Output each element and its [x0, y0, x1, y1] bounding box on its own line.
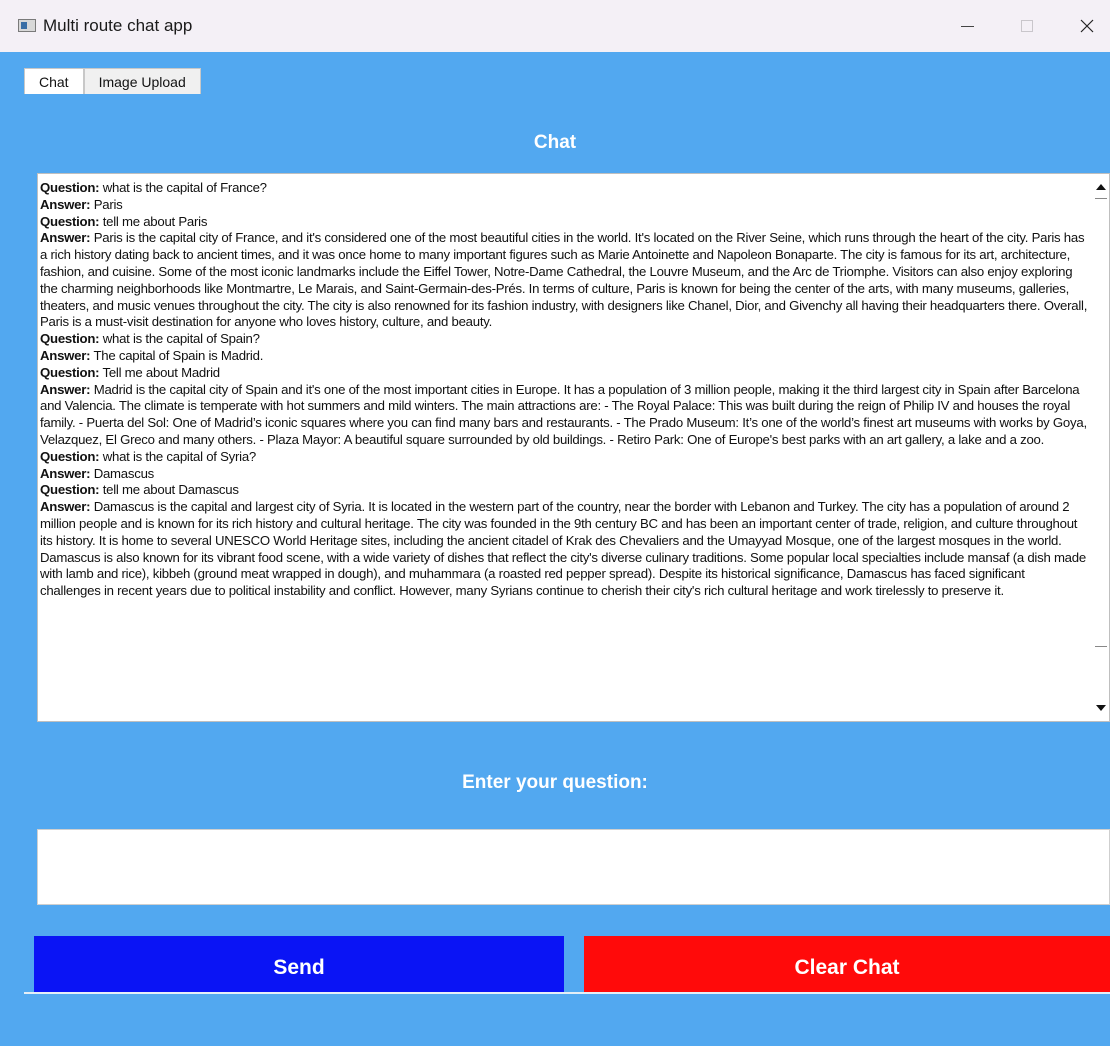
send-button[interactable]: Send [34, 936, 564, 992]
chat-heading: Chat [533, 132, 577, 153]
answer-label: Answer: [40, 465, 91, 481]
question-label: Question: [40, 331, 100, 347]
chat-answer: Answer: Paris [40, 197, 1088, 214]
answer-label: Answer: [40, 499, 91, 515]
question-label: Question: [40, 213, 100, 229]
close-button[interactable] [1064, 10, 1110, 42]
chat-question: Question: what is the capital of France? [40, 180, 1088, 197]
answer-text: Madrid is the capital city of Spain and … [40, 381, 1087, 447]
tab-chat[interactable]: Chat [24, 68, 84, 94]
clear-chat-button[interactable]: Clear Chat [584, 936, 1110, 992]
question-label: Question: [40, 364, 100, 380]
chat-question: Question: Tell me about Madrid [40, 365, 1088, 382]
chat-answer: Answer: The capital of Spain is Madrid. [40, 348, 1088, 365]
chat-answer: Answer: Madrid is the capital city of Sp… [40, 382, 1088, 449]
chat-answer: Answer: Paris is the capital city of Fra… [40, 230, 1088, 331]
title-bar[interactable]: Multi route chat app [0, 0, 1110, 52]
question-label: Question: [40, 180, 100, 195]
main-panel: Chat Image Upload Chat Question: what is… [0, 52, 1110, 1046]
question-text: tell me about Damascus [102, 482, 239, 498]
close-icon [1080, 19, 1094, 33]
app-window: Multi route chat app Chat Image Upload C… [0, 0, 1110, 1046]
scroll-down-icon[interactable] [1096, 705, 1106, 711]
chat-question: Question: tell me about Damascus [40, 482, 1088, 499]
chat-answer: Answer: Damascus [40, 466, 1088, 483]
answer-text: Paris [93, 196, 123, 212]
answer-text: The capital of Spain is Madrid. [93, 347, 264, 363]
divider [24, 992, 1110, 994]
question-text: what is the capital of Spain? [102, 331, 260, 347]
chat-scrollbar[interactable] [1093, 174, 1109, 721]
answer-label: Answer: [40, 196, 91, 212]
chat-question: Question: tell me about Paris [40, 214, 1088, 231]
question-input[interactable] [37, 829, 1110, 905]
chat-question: Question: what is the capital of Spain? [40, 331, 1088, 348]
tab-image-upload[interactable]: Image Upload [83, 68, 201, 94]
minimize-icon [960, 25, 974, 27]
answer-text: Damascus [93, 465, 155, 481]
tab-bar: Chat Image Upload [24, 68, 201, 94]
scroll-up-icon[interactable] [1096, 184, 1106, 190]
minimize-button[interactable] [944, 10, 990, 42]
answer-label: Answer: [40, 347, 91, 363]
maximize-icon [1021, 20, 1033, 32]
answer-text: Damascus is the capital and largest city… [40, 499, 1086, 599]
chat-history-content: Question: what is the capital of France?… [40, 180, 1088, 600]
question-label: Question: [40, 448, 100, 464]
question-text: Tell me about Madrid [102, 364, 220, 380]
app-icon [18, 19, 36, 32]
answer-text: Paris is the capital city of France, and… [40, 230, 1088, 330]
chat-question: Question: what is the capital of Syria? [40, 449, 1088, 466]
question-text: what is the capital of France? [102, 180, 267, 195]
maximize-button[interactable] [1004, 10, 1050, 42]
chat-history[interactable]: Question: what is the capital of France?… [37, 173, 1110, 722]
question-heading: Enter your question: [462, 772, 648, 793]
scroll-thumb-end[interactable] [1095, 646, 1107, 647]
answer-label: Answer: [40, 230, 91, 246]
chat-answer: Answer: Damascus is the capital and larg… [40, 499, 1088, 600]
window-title: Multi route chat app [43, 16, 193, 35]
question-text: what is the capital of Syria? [102, 448, 257, 464]
question-label: Question: [40, 482, 100, 498]
answer-label: Answer: [40, 381, 91, 397]
scroll-thumb[interactable] [1095, 198, 1107, 199]
question-text: tell me about Paris [102, 213, 208, 229]
